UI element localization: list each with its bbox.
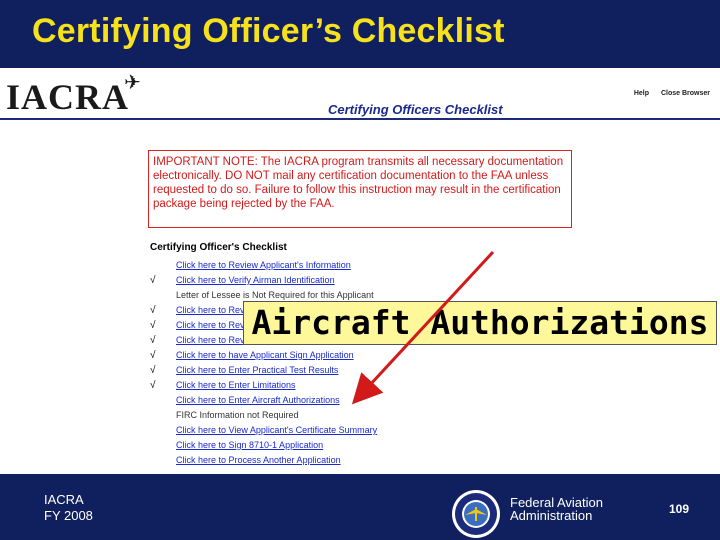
agency-line-2: Administration bbox=[510, 508, 593, 523]
faa-seal-icon bbox=[452, 490, 500, 538]
footer-left: IACRA FY 2008 bbox=[44, 492, 93, 524]
footer-year: FY 2008 bbox=[44, 508, 93, 523]
page-number: 109 bbox=[669, 502, 690, 516]
iacra-screenshot: IACRA ✈ Help Close Browser Certifying Of… bbox=[0, 68, 720, 474]
callout-arrow-icon bbox=[351, 250, 495, 405]
footer-org: IACRA bbox=[44, 492, 84, 507]
slide-title: Certifying Officer’s Checklist bbox=[32, 12, 505, 50]
agency-name: Federal Aviation Administration bbox=[510, 496, 603, 522]
